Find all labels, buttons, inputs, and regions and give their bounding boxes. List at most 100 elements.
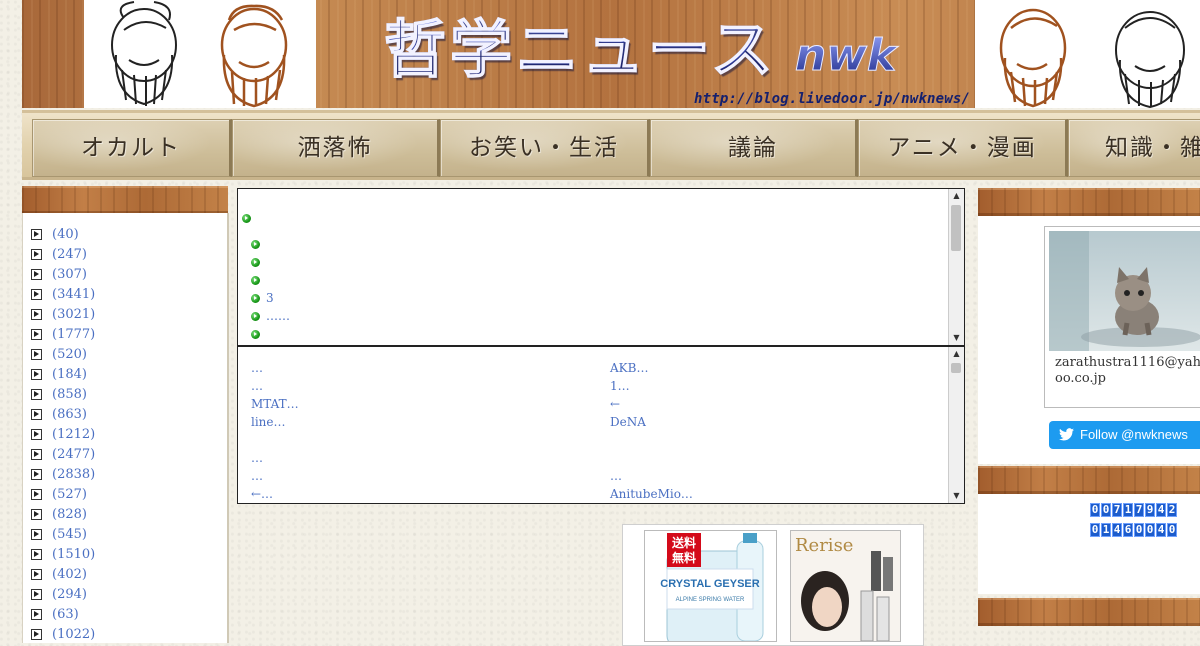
category-item[interactable]: (828) [31, 505, 227, 525]
category-item[interactable]: (527) [31, 485, 227, 505]
link-item[interactable]: AnitubeMio… [610, 485, 693, 503]
svg-text:送料: 送料 [671, 535, 696, 550]
category-count-link[interactable]: (527) [52, 487, 87, 502]
nav-item-knowledge[interactable]: 知識・雑 [1068, 119, 1200, 177]
counter-digit: 7 [1134, 503, 1144, 517]
category-count-link[interactable]: (1777) [52, 327, 95, 342]
category-item[interactable]: (863) [31, 405, 227, 425]
twitter-follow-button[interactable]: Follow @nwknews [1049, 421, 1200, 449]
category-count-link[interactable]: (520) [52, 347, 87, 362]
ad-rerise[interactable]: Rerise [790, 530, 901, 642]
category-item[interactable]: (247) [31, 245, 227, 265]
news-item[interactable] [251, 253, 266, 271]
category-item[interactable]: (40) [31, 225, 227, 245]
bullet-arrow-icon [31, 529, 42, 540]
links-scrollbar[interactable]: ▲ ▼ [948, 347, 964, 503]
ad-water[interactable]: CRYSTAL GEYSER ALPINE SPRING WATER 送料 無料 [644, 530, 777, 642]
news-item[interactable]: …… [251, 307, 290, 325]
nav-item-debate[interactable]: 議論 [650, 119, 858, 177]
category-count-link[interactable]: (2838) [52, 467, 95, 482]
svg-text:無料: 無料 [672, 550, 696, 565]
link-item[interactable]: MTAT… [251, 395, 299, 413]
news-scrollbar[interactable]: ▲ ▼ [948, 189, 964, 345]
category-item[interactable]: (858) [31, 385, 227, 405]
category-count-link[interactable]: (858) [52, 387, 87, 402]
scroll-up-icon[interactable]: ▲ [949, 347, 964, 361]
category-item[interactable]: (2838) [31, 465, 227, 485]
category-item[interactable]: (1777) [31, 325, 227, 345]
scroll-thumb[interactable] [951, 363, 961, 373]
link-item[interactable]: … [251, 377, 263, 395]
category-count-link[interactable]: (1022) [52, 627, 95, 642]
category-item[interactable]: (1022) [31, 625, 227, 645]
scroll-down-icon[interactable]: ▼ [949, 489, 964, 503]
news-item[interactable] [251, 325, 266, 343]
link-item[interactable]: ← [610, 395, 620, 413]
counter-digit: 0 [1101, 503, 1111, 517]
site-title[interactable]: 哲学ニュース [383, 10, 777, 90]
category-item[interactable]: (402) [31, 565, 227, 585]
category-count-link[interactable]: (1510) [52, 547, 95, 562]
nav-item-comedy-life[interactable]: お笑い・生活 [440, 119, 650, 177]
category-count-link[interactable]: (3021) [52, 307, 95, 322]
category-item[interactable]: (1212) [31, 425, 227, 445]
bullet-arrow-icon [31, 429, 42, 440]
category-item[interactable]: (307) [31, 265, 227, 285]
link-item[interactable]: ←… [251, 485, 273, 503]
arrow-bullet-icon [251, 258, 260, 267]
category-item[interactable]: (3021) [31, 305, 227, 325]
related-links-box[interactable]: … … MTAT… line… … … ←… AKB… 1… ← DeNA … … [237, 346, 965, 504]
category-count-link[interactable]: (184) [52, 367, 87, 382]
category-count-link[interactable]: (1212) [52, 427, 95, 442]
right-sidebar-header-2 [978, 466, 1200, 494]
category-count-link[interactable]: (402) [52, 567, 87, 582]
news-item[interactable] [251, 271, 266, 289]
link-item[interactable]: 1… [610, 377, 630, 395]
category-count-link[interactable]: (294) [52, 587, 87, 602]
bullet-arrow-icon [31, 449, 42, 460]
category-item[interactable]: (3441) [31, 285, 227, 305]
news-item[interactable] [251, 235, 266, 253]
news-header-row[interactable] [242, 209, 257, 227]
link-item[interactable]: AKB… [610, 359, 648, 377]
site-url[interactable]: http://blog.livedoor.jp/nwknews/ [694, 91, 970, 107]
category-count-link[interactable]: (63) [52, 607, 79, 622]
nav-item-anime-manga[interactable]: アニメ・漫画 [858, 119, 1068, 177]
site-tag[interactable]: nwk [794, 30, 896, 82]
nav-item-sharekowa[interactable]: 洒落怖 [232, 119, 440, 177]
category-count-link[interactable]: (863) [52, 407, 87, 422]
category-count-link[interactable]: (247) [52, 247, 87, 262]
profile-email[interactable]: zarathustra1116@yahoo.co.jp [1055, 355, 1200, 387]
link-item[interactable]: DeNA [610, 413, 646, 431]
category-item[interactable]: (294) [31, 585, 227, 605]
scroll-down-icon[interactable]: ▼ [949, 331, 964, 345]
arrow-bullet-icon [242, 214, 251, 223]
news-feed-box[interactable]: 3 …… ▲ ▼ [237, 188, 965, 346]
category-count-link[interactable]: (307) [52, 267, 87, 282]
category-item[interactable]: (520) [31, 345, 227, 365]
link-item[interactable]: … [251, 449, 263, 467]
category-item[interactable]: (63) [31, 605, 227, 625]
link-item[interactable]: … [251, 467, 263, 485]
link-item[interactable]: line… [251, 413, 286, 431]
category-item[interactable]: (1510) [31, 545, 227, 565]
category-count-link[interactable]: (545) [52, 527, 87, 542]
counter-digit: 9 [1145, 503, 1155, 517]
nav-item-occult[interactable]: オカルト [32, 119, 232, 177]
bullet-arrow-icon [31, 289, 42, 300]
category-item[interactable]: (184) [31, 365, 227, 385]
scroll-up-icon[interactable]: ▲ [949, 189, 964, 203]
category-count-link[interactable]: (2477) [52, 447, 95, 462]
category-count-link[interactable]: (828) [52, 507, 87, 522]
scroll-thumb[interactable] [951, 205, 961, 251]
link-item[interactable]: … [610, 467, 622, 485]
bullet-arrow-icon [31, 489, 42, 500]
category-item[interactable]: (2477) [31, 445, 227, 465]
category-count-link[interactable]: (40) [52, 227, 79, 242]
news-item[interactable]: 3 [251, 289, 274, 307]
category-item[interactable]: (545) [31, 525, 227, 545]
link-item[interactable]: … [251, 359, 263, 377]
bullet-arrow-icon [31, 569, 42, 580]
category-count-link[interactable]: (3441) [52, 287, 95, 302]
counter-digit: 7 [1112, 503, 1122, 517]
